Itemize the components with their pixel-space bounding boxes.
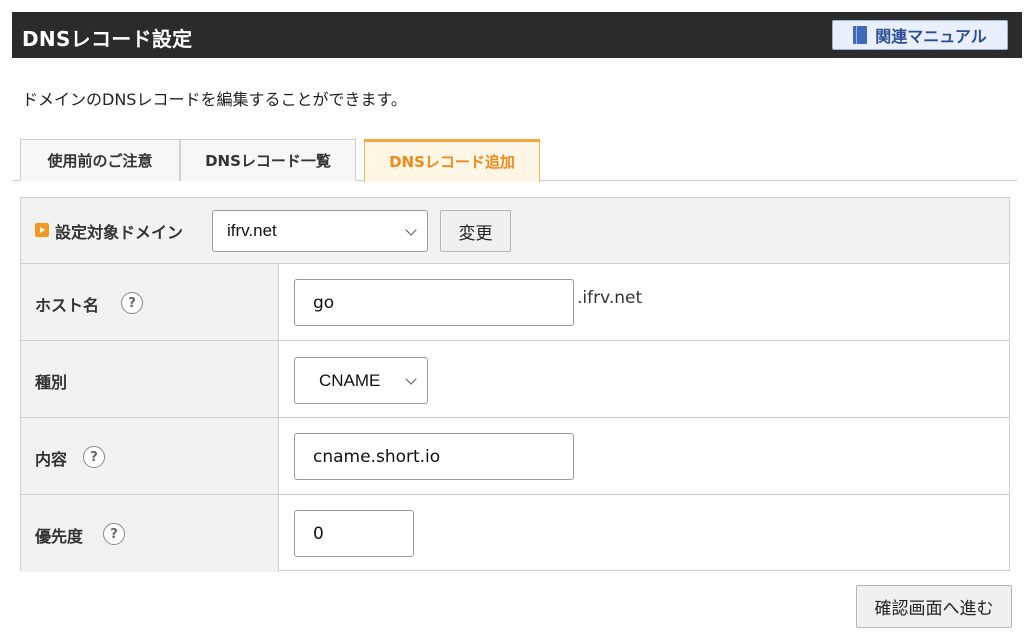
host-row: ホスト名 ? go .ifrv.net — [21, 264, 1009, 341]
page-header: DNSレコード設定 関連マニュアル — [12, 12, 1022, 58]
domain-select[interactable]: ifrv.net — [212, 210, 428, 252]
page-description: ドメインのDNSレコードを編集することができます。 — [22, 90, 407, 109]
priority-help-icon[interactable]: ? — [103, 523, 125, 545]
host-domain-suffix: .ifrv.net — [577, 288, 643, 308]
domain-selector-bar: 設定対象ドメイン ifrv.net 変更 — [21, 198, 1009, 264]
content-input[interactable]: cname.short.io — [294, 433, 574, 480]
related-manual-label: 関連マニュアル — [875, 27, 987, 46]
priority-label: 優先度 — [35, 527, 84, 546]
content-label-cell: 内容 ? — [21, 418, 279, 494]
type-row: 種別 CNAME — [21, 341, 1009, 418]
arrow-bullet-icon — [35, 223, 49, 237]
priority-input-value: 0 — [313, 523, 324, 544]
chevron-down-icon — [405, 373, 417, 385]
content-input-value: cname.short.io — [313, 446, 441, 467]
domain-select-value: ifrv.net — [227, 221, 277, 240]
related-manual-button[interactable]: 関連マニュアル — [832, 20, 1008, 50]
target-domain-label: 設定対象ドメイン — [55, 223, 184, 242]
tab-dns-record-list[interactable]: DNSレコード一覧 — [180, 139, 356, 181]
proceed-to-confirm-button[interactable]: 確認画面へ進む — [856, 585, 1012, 628]
change-domain-button[interactable]: 変更 — [440, 210, 511, 252]
host-label: ホスト名 — [35, 296, 100, 315]
content-row: 内容 ? cname.short.io — [21, 418, 1009, 495]
type-label-cell: 種別 — [21, 341, 279, 417]
chevron-down-icon — [405, 224, 417, 236]
host-input-value: go — [313, 292, 335, 313]
tab-dns-record-add[interactable]: DNSレコード追加 — [364, 139, 540, 182]
content-label: 内容 — [35, 450, 68, 469]
priority-label-cell: 優先度 ? — [21, 495, 279, 572]
content-help-icon[interactable]: ? — [83, 446, 105, 468]
book-icon — [853, 26, 868, 44]
record-type-select[interactable]: CNAME — [294, 357, 428, 404]
type-label: 種別 — [35, 373, 68, 392]
tab-precautions[interactable]: 使用前のご注意 — [20, 139, 180, 181]
record-type-value: CNAME — [319, 370, 381, 390]
dns-record-form: 設定対象ドメイン ifrv.net 変更 ホスト名 ? go .ifrv.net… — [20, 197, 1010, 572]
host-label-cell: ホスト名 ? — [21, 264, 279, 340]
tab-bar: 使用前のご注意 DNSレコード一覧 DNSレコード追加 — [12, 139, 1017, 182]
priority-row: 優先度 ? 0 — [21, 495, 1009, 572]
page-title: DNSレコード設定 — [22, 27, 193, 51]
host-help-icon[interactable]: ? — [121, 292, 143, 314]
priority-input[interactable]: 0 — [294, 510, 414, 557]
host-input[interactable]: go — [294, 279, 574, 326]
